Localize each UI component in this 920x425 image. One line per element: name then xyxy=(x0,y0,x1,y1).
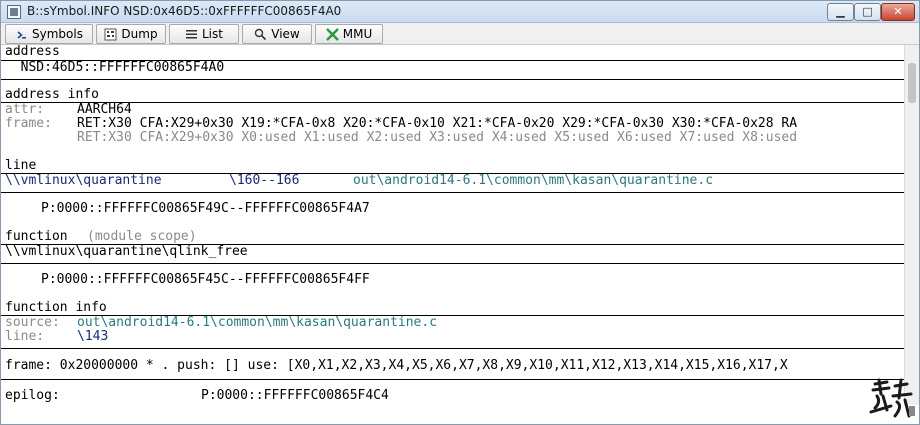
line-range: \160--166 xyxy=(229,173,300,188)
line-address-range: P:0000::FFFFFFC00865F49C--FFFFFFC00865F4… xyxy=(41,201,370,216)
function-header: function xyxy=(5,229,68,244)
section-divider xyxy=(1,192,904,193)
mmu-button-label: MMU xyxy=(342,27,373,41)
line-header: line xyxy=(5,158,37,173)
attr-value: AARCH64 xyxy=(77,102,132,117)
minimize-button[interactable]: ▁ xyxy=(827,3,854,21)
epilog-label: epilog: xyxy=(5,388,60,403)
function-address-range: P:0000::FFFFFFC00865F45C--FFFFFFC00865F4… xyxy=(41,272,370,287)
source-label: source: xyxy=(5,315,60,330)
address-header: address xyxy=(5,45,60,59)
function-scope: (module scope) xyxy=(87,229,197,244)
address-info-header: address info xyxy=(5,87,99,102)
view-button-label: View xyxy=(271,27,300,41)
window-title: B::sYmbol.INFO NSD:0x46D5::0xFFFFFFC0086… xyxy=(27,4,342,18)
symbols-button-label: Symbols xyxy=(32,27,83,41)
frame-rule-line: RET:X30 CFA:X29+0x30 X19:*CFA-0x8 X20:*C… xyxy=(77,116,798,131)
scrollbar-thumb[interactable] xyxy=(908,63,916,103)
view-button[interactable]: View xyxy=(242,24,312,44)
section-divider xyxy=(1,348,904,349)
mmu-icon xyxy=(325,27,339,41)
frame-usage-line: frame: 0x20000000 * . push: [] use: [X0,… xyxy=(5,358,788,373)
section-divider xyxy=(1,379,904,380)
symbols-icon xyxy=(15,28,28,41)
frame-rule-line-2: RET:X30 CFA:X29+0x30 X0:used X1:used X2:… xyxy=(77,130,798,145)
symbols-button[interactable]: Symbols xyxy=(5,24,93,44)
maximize-button[interactable]: □ xyxy=(854,3,881,21)
function-info-header: function info xyxy=(5,300,107,315)
line-number-value: \143 xyxy=(77,329,109,344)
calligraphy-seal-icon xyxy=(867,376,917,422)
vertical-scrollbar[interactable] xyxy=(904,45,919,405)
app-icon xyxy=(7,5,21,19)
magnifier-icon xyxy=(254,28,267,41)
dump-icon xyxy=(104,28,117,41)
mmu-button[interactable]: MMU xyxy=(315,24,383,44)
list-button-label: List xyxy=(202,27,223,41)
close-button[interactable]: ✕ xyxy=(881,3,915,21)
line-source-path[interactable]: out\android14-6.1\common\mm\kasan\quaran… xyxy=(353,174,713,188)
section-divider xyxy=(1,79,904,80)
dump-button[interactable]: Dump xyxy=(96,24,166,44)
frame-label: frame: xyxy=(5,116,52,131)
list-icon xyxy=(185,28,198,41)
line-symbol[interactable]: \\vmlinux\quarantine xyxy=(5,174,162,188)
epilog-address: P:0000::FFFFFFC00865F4C4 xyxy=(201,388,389,403)
symbol-info-content[interactable]: address NSD:46D5::FFFFFFC00865F4A0 addre… xyxy=(1,45,904,405)
function-symbol[interactable]: \\vmlinux\quarantine\qlink_free xyxy=(5,245,248,259)
address-value: NSD:46D5::FFFFFFC00865F4A0 xyxy=(5,60,225,75)
title-bar[interactable]: B::sYmbol.INFO NSD:0x46D5::0xFFFFFFC0086… xyxy=(1,1,919,23)
section-divider xyxy=(1,102,904,103)
attr-label: attr: xyxy=(5,102,45,117)
source-path[interactable]: out\android14-6.1\common\mm\kasan\quaran… xyxy=(77,316,437,330)
dump-button-label: Dump xyxy=(121,27,158,41)
list-button[interactable]: List xyxy=(169,24,239,44)
toolbar: Symbols Dump List View MMU xyxy=(1,23,919,45)
section-divider xyxy=(1,263,904,264)
symbol-info-window: B::sYmbol.INFO NSD:0x46D5::0xFFFFFFC0086… xyxy=(0,0,920,425)
line-number-label: line: xyxy=(5,329,45,344)
